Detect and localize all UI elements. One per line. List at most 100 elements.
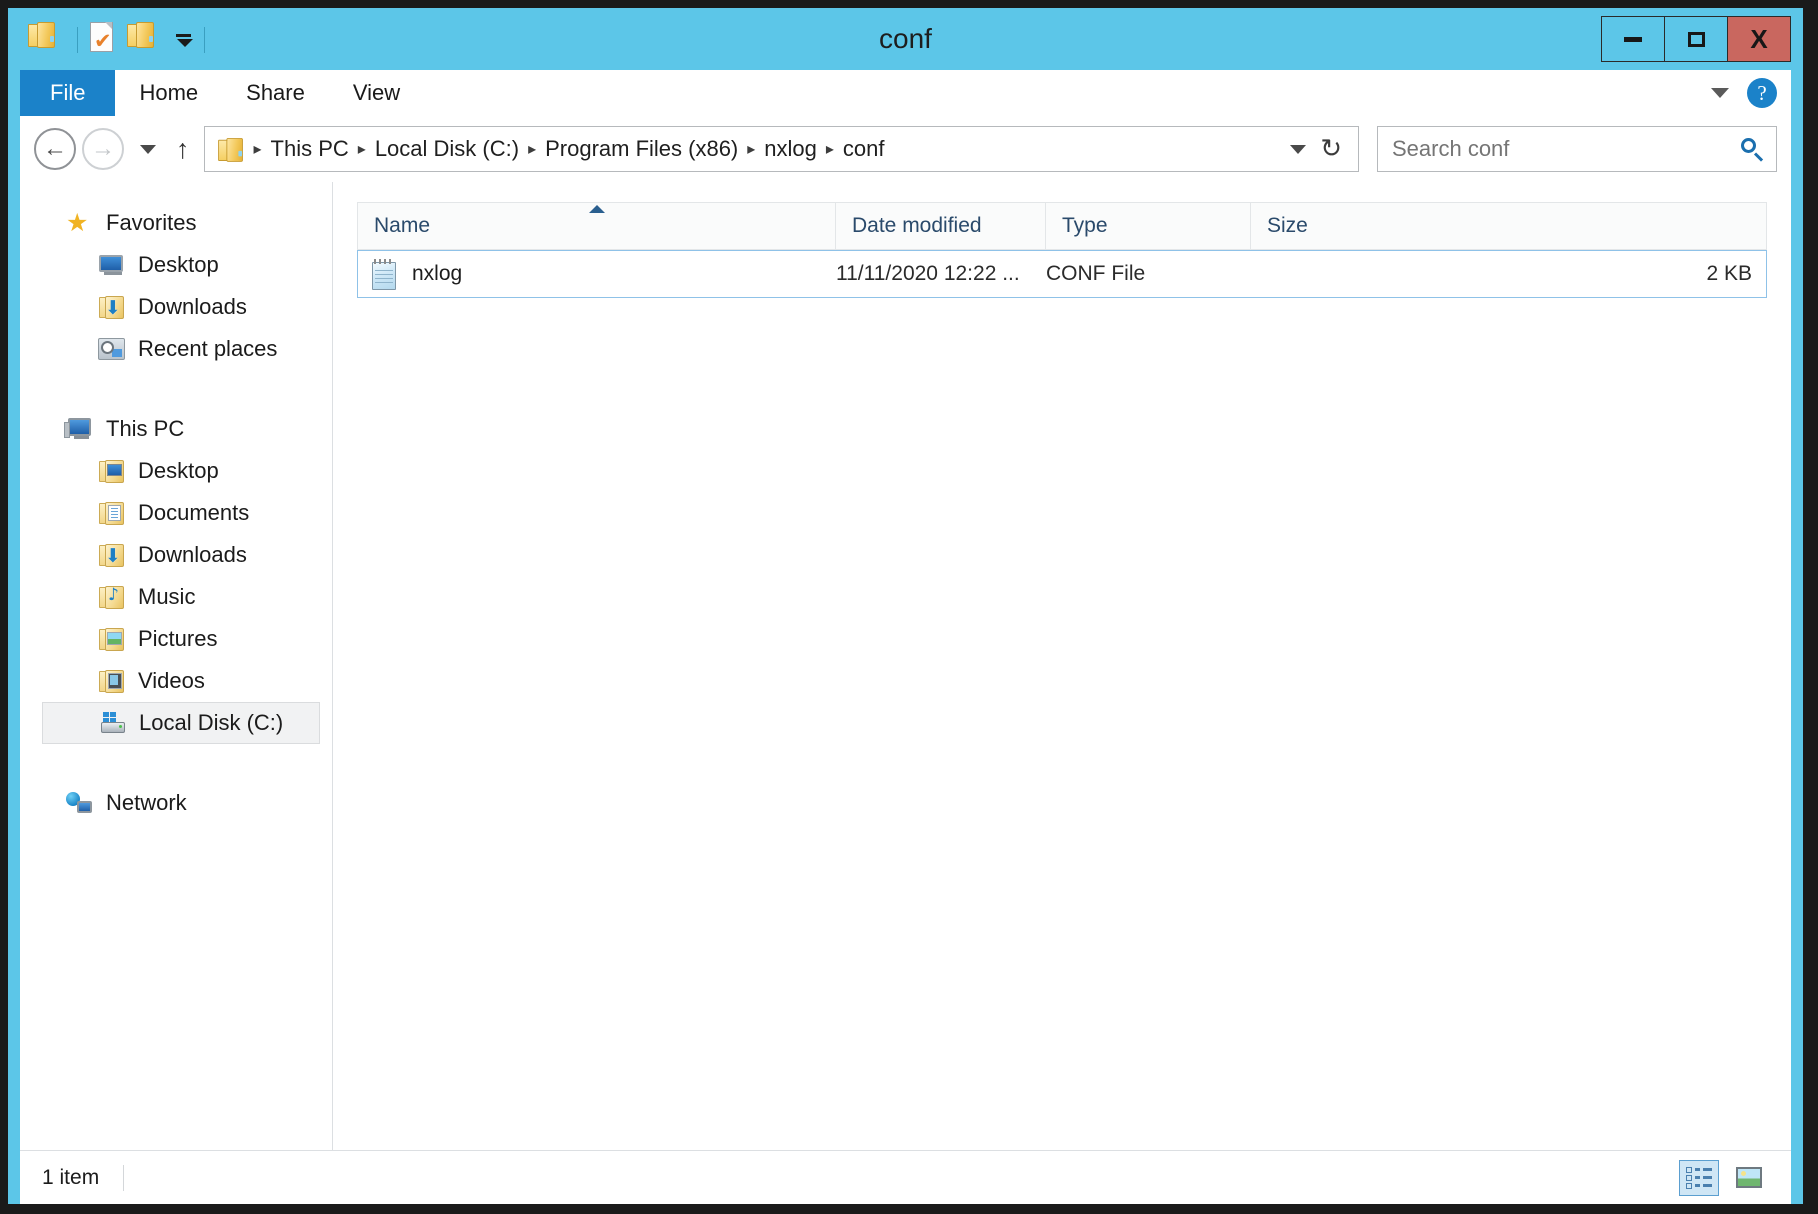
column-header-size[interactable]: Size	[1251, 203, 1766, 249]
sidebar-item-downloads[interactable]: ⬇ Downloads	[20, 534, 332, 576]
music-folder-icon: ♪	[98, 584, 126, 610]
explorer-window: ✔ conf X File Home Share View ? ← → ↑ ▸ …	[8, 8, 1803, 1204]
breadcrumb-item-local-disk[interactable]: Local Disk (C:)	[369, 136, 525, 162]
window-controls: X	[1601, 16, 1791, 62]
breadcrumb-separator-1[interactable]: ▸	[355, 139, 369, 159]
details-view-icon	[1686, 1166, 1712, 1189]
help-icon[interactable]: ?	[1747, 78, 1777, 108]
forward-button[interactable]: →	[82, 128, 124, 170]
maximize-button[interactable]	[1664, 16, 1728, 62]
column-label-type: Type	[1062, 214, 1108, 237]
sidebar-label-desktop: Desktop	[138, 458, 219, 483]
videos-folder-icon	[98, 668, 126, 694]
sidebar-label-recent-places: Recent places	[138, 336, 278, 361]
close-icon: X	[1750, 24, 1768, 54]
sidebar-item-favorites[interactable]: ★ Favorites	[20, 202, 332, 244]
search-input[interactable]	[1390, 135, 1740, 163]
sidebar-item-pictures[interactable]: Pictures	[20, 618, 332, 660]
screen: ✔ conf X File Home Share View ? ← → ↑ ▸ …	[0, 0, 1818, 1214]
minimize-button[interactable]	[1601, 16, 1665, 62]
downloads-folder-icon: ⬇	[98, 294, 126, 320]
sidebar-item-music[interactable]: ♪ Music	[20, 576, 332, 618]
breadcrumb-separator-0[interactable]: ▸	[251, 139, 265, 159]
breadcrumb-separator-4[interactable]: ▸	[823, 139, 837, 159]
downloads-folder-icon: ⬇	[98, 542, 126, 568]
refresh-icon[interactable]: ↻	[1320, 136, 1342, 162]
recent-locations-icon[interactable]	[140, 144, 156, 154]
column-header-name[interactable]: Name	[358, 203, 836, 249]
tab-file[interactable]: File	[20, 70, 116, 116]
breadcrumb-item-nxlog[interactable]: nxlog	[758, 136, 823, 162]
close-button[interactable]: X	[1727, 16, 1791, 62]
sidebar-item-this-pc[interactable]: This PC	[20, 408, 332, 450]
status-separator	[123, 1164, 125, 1191]
sidebar-item-network[interactable]: Network	[20, 782, 332, 824]
sidebar-label-favorites: Favorites	[106, 210, 197, 235]
sidebar-item-local-disk-c[interactable]: Local Disk (C:)	[42, 702, 320, 744]
sidebar-item-favorites-downloads[interactable]: ⬇ Downloads	[20, 286, 332, 328]
navigation-pane: ★ Favorites Desktop ⬇ Downloads Recent p…	[20, 182, 333, 1150]
documents-folder-icon	[98, 500, 126, 526]
sidebar-label-favorites-desktop: Desktop	[138, 252, 219, 277]
breadcrumb-separator-3[interactable]: ▸	[744, 139, 758, 159]
sidebar-item-videos[interactable]: Videos	[20, 660, 332, 702]
file-name-label: nxlog	[412, 262, 463, 285]
sort-ascending-icon	[588, 205, 605, 213]
details-view-button[interactable]	[1679, 1159, 1719, 1196]
column-header-type[interactable]: Type	[1046, 203, 1251, 249]
network-icon	[66, 790, 94, 816]
desktop-folder-icon	[98, 458, 126, 484]
expand-ribbon-icon[interactable]	[1711, 88, 1729, 98]
large-icons-view-icon	[1736, 1167, 1762, 1188]
nav-spacer-2	[20, 744, 332, 782]
pictures-folder-icon	[98, 626, 126, 652]
nav-spacer-1	[20, 370, 332, 408]
sidebar-item-recent-places[interactable]: Recent places	[20, 328, 332, 370]
sidebar-label-this-pc: This PC	[106, 416, 185, 441]
cell-date-modified: 11/11/2020 12:22 ...	[836, 262, 1020, 285]
breadcrumb[interactable]: ▸ This PC ▸ Local Disk (C:) ▸ Program Fi…	[203, 126, 1359, 172]
cell-size: 2 KB	[1706, 262, 1752, 285]
tab-home[interactable]: Home	[115, 70, 222, 116]
back-button[interactable]: ←	[34, 128, 76, 170]
breadcrumb-separator-2[interactable]: ▸	[525, 139, 539, 159]
breadcrumb-history-icon[interactable]	[1290, 144, 1307, 154]
sidebar-item-desktop[interactable]: Desktop	[20, 450, 332, 492]
sidebar-item-documents[interactable]: Documents	[20, 492, 332, 534]
sidebar-label-music: Music	[138, 584, 196, 609]
breadcrumb-folder-icon	[217, 137, 245, 162]
breadcrumb-item-this-pc[interactable]: This PC	[265, 136, 355, 162]
content-area: ★ Favorites Desktop ⬇ Downloads Recent p…	[20, 182, 1791, 1150]
sidebar-label-downloads: Downloads	[138, 542, 247, 567]
cell-file-name: nxlog	[358, 258, 836, 290]
column-label-name: Name	[374, 214, 431, 237]
sidebar-label-network: Network	[106, 790, 187, 815]
sidebar-label-favorites-downloads: Downloads	[138, 294, 247, 319]
table-row[interactable]: nxlog 11/11/2020 12:22 ... CONF File 2 K…	[357, 250, 1767, 298]
nav-group-this-pc: This PC Desktop Documents ⬇ Downloads ♪ …	[20, 408, 332, 744]
computer-icon	[64, 416, 94, 442]
search-icon[interactable]	[1740, 137, 1764, 162]
cell-type: CONF File	[1046, 262, 1146, 285]
column-label-date-modified: Date modified	[852, 214, 982, 237]
sidebar-item-favorites-desktop[interactable]: Desktop	[20, 244, 332, 286]
column-label-size: Size	[1267, 214, 1308, 237]
large-icons-view-button[interactable]	[1729, 1160, 1769, 1196]
tab-view[interactable]: View	[329, 70, 424, 116]
sidebar-label-pictures: Pictures	[138, 626, 218, 651]
up-button[interactable]: ↑	[176, 135, 190, 163]
address-bar: ← → ↑ ▸ This PC ▸ Local Disk (C:) ▸ Prog…	[20, 116, 1791, 182]
recent-places-icon	[98, 336, 126, 362]
breadcrumb-item-program-files[interactable]: Program Files (x86)	[539, 136, 744, 162]
sidebar-label-documents: Documents	[138, 500, 250, 525]
search-box[interactable]	[1377, 126, 1777, 172]
breadcrumb-item-conf[interactable]: conf	[837, 136, 891, 162]
title-bar: ✔ conf X	[8, 8, 1803, 70]
column-headers: Name Date modified Type Size	[357, 202, 1767, 250]
monitor-icon	[98, 252, 126, 278]
column-header-date-modified[interactable]: Date modified	[836, 203, 1046, 249]
tab-share[interactable]: Share	[222, 70, 329, 116]
nav-group-favorites: ★ Favorites Desktop ⬇ Downloads Recent p…	[20, 202, 332, 370]
status-bar: 1 item	[20, 1150, 1791, 1204]
file-list-pane: Name Date modified Type Size nxlog 11/11…	[333, 182, 1791, 1150]
